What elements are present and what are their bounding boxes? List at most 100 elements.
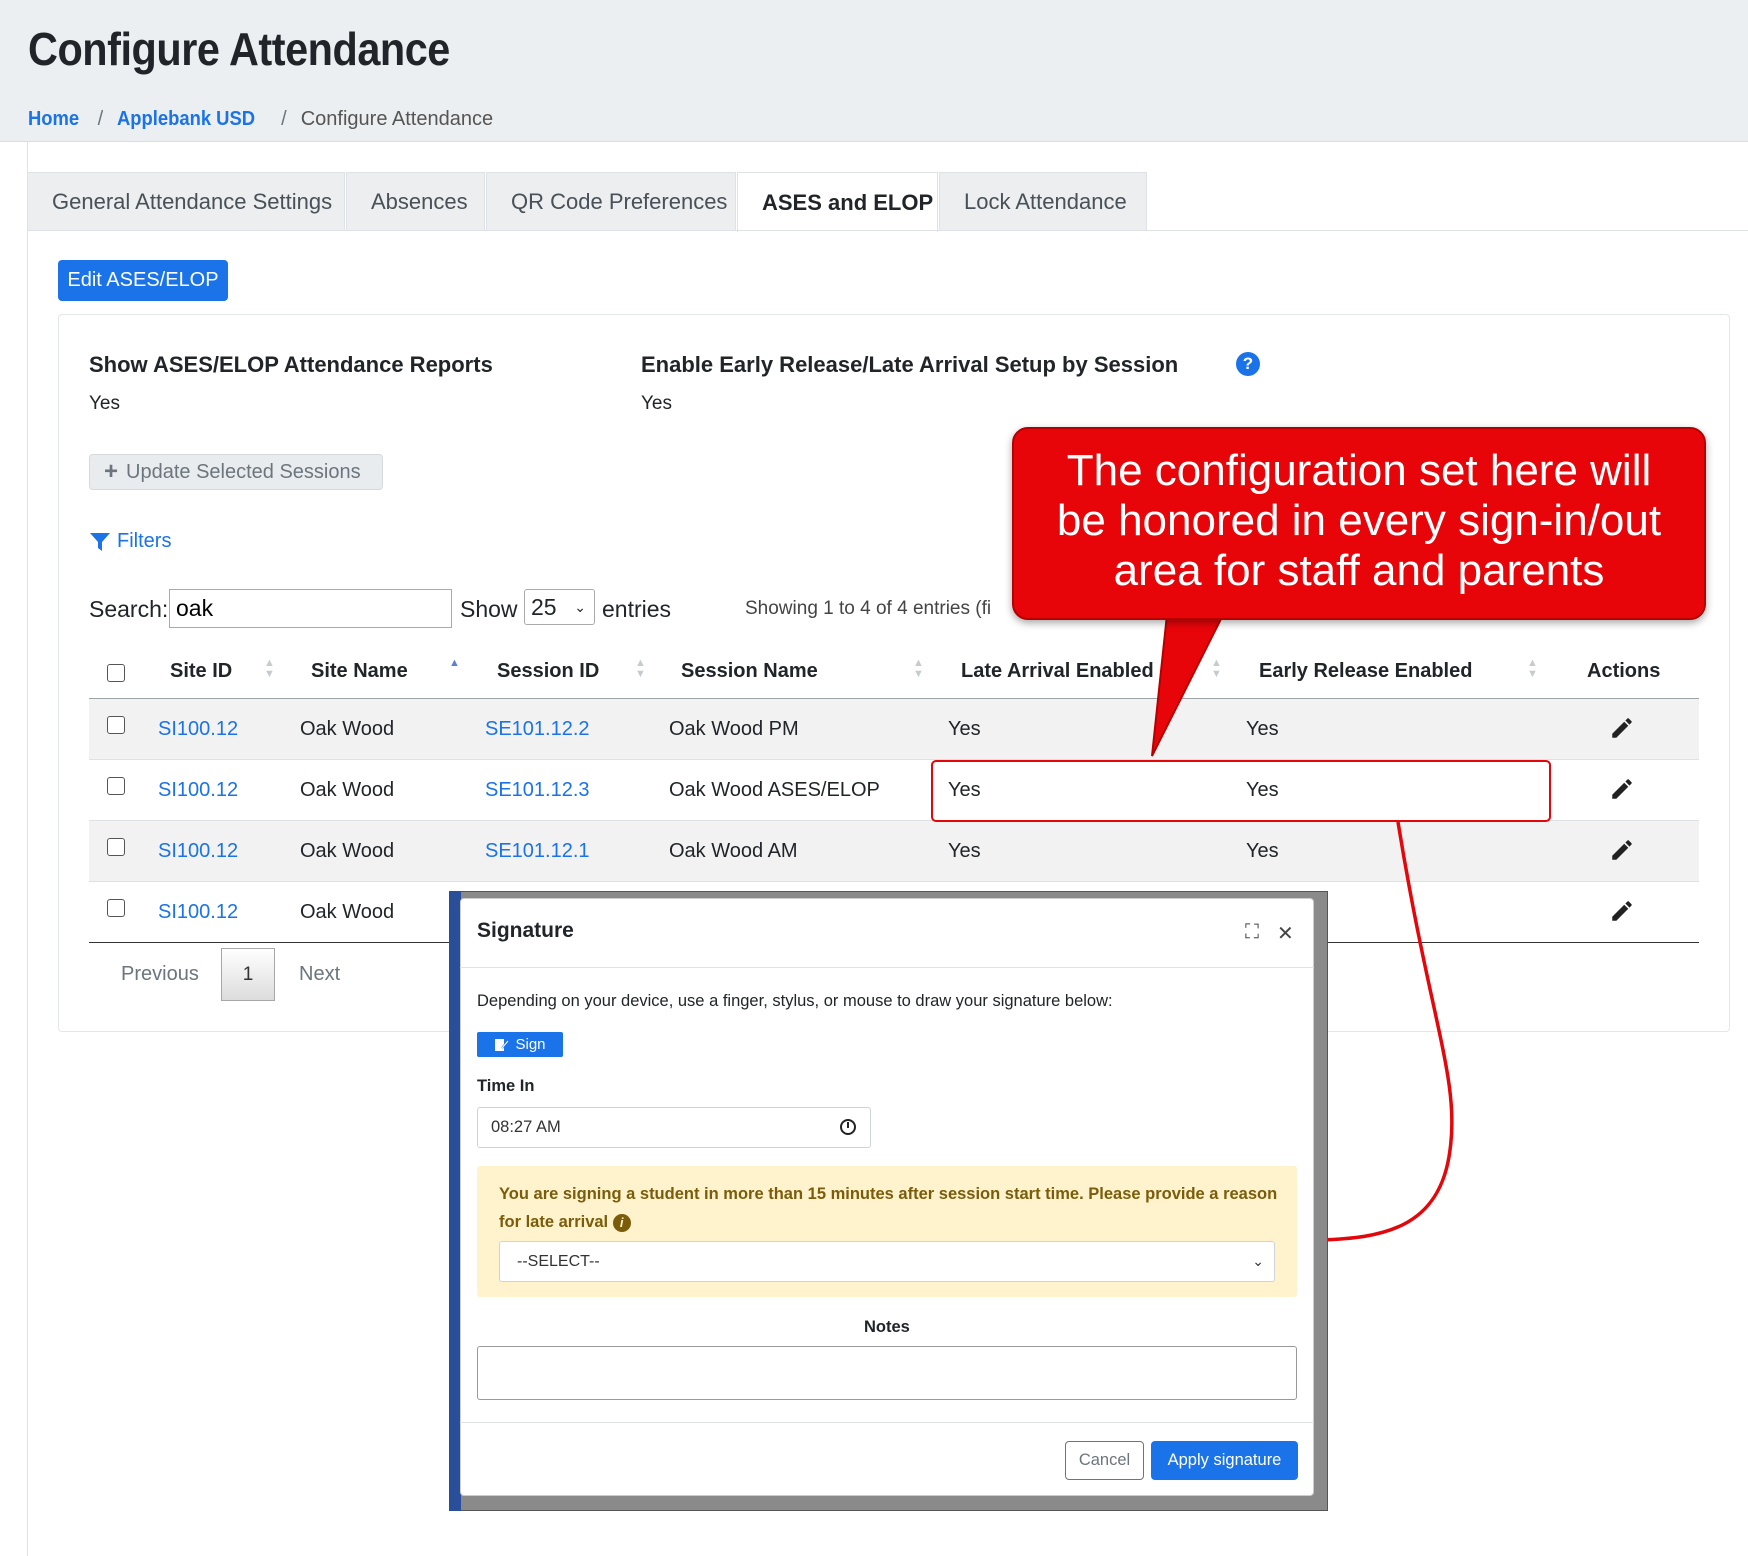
- pagination-previous[interactable]: Previous: [121, 948, 199, 1001]
- highlight-box: [931, 760, 1551, 822]
- early-release-setup-value: Yes: [641, 393, 672, 414]
- breadcrumb-separator: /: [281, 108, 287, 130]
- notes-label: Notes: [864, 1318, 910, 1336]
- sort-asc-icon[interactable]: ▲: [449, 658, 460, 669]
- update-selected-sessions-label: Update Selected Sessions: [126, 460, 361, 483]
- filters-toggle[interactable]: Filters: [89, 530, 171, 553]
- apply-signature-button[interactable]: Apply signature: [1151, 1441, 1298, 1480]
- row-checkbox[interactable]: [107, 716, 125, 734]
- tab-lock-attendance[interactable]: Lock Attendance: [939, 172, 1147, 231]
- col-late-arrival[interactable]: Late Arrival Enabled: [961, 660, 1154, 683]
- showing-info: Showing 1 to 4 of 4 entries (fi: [745, 598, 992, 619]
- pagination-next[interactable]: Next: [299, 948, 340, 1001]
- col-session-name[interactable]: Session Name: [681, 660, 818, 683]
- annotation-callout: The configuration set here will be honor…: [1012, 427, 1706, 620]
- signature-instructions: Depending on your device, use a finger, …: [477, 992, 1113, 1010]
- col-site-name[interactable]: Site Name: [311, 660, 408, 683]
- page-header: Configure Attendance Home / Applebank US…: [0, 0, 1748, 142]
- reason-select-value: --SELECT--: [517, 1252, 600, 1270]
- site-id-link[interactable]: SI100.12: [158, 901, 238, 924]
- breadcrumb-district[interactable]: Applebank USD: [117, 108, 255, 131]
- early-release-value: Yes: [1246, 840, 1279, 862]
- late-reason-select[interactable]: --SELECT-- ⌄: [499, 1241, 1275, 1282]
- page-length-select[interactable]: 25 ⌄: [524, 589, 595, 625]
- select-all-checkbox[interactable]: [107, 664, 125, 682]
- pagination-current-page[interactable]: 1: [221, 948, 275, 1001]
- cancel-button[interactable]: Cancel: [1065, 1441, 1144, 1480]
- session-id-link[interactable]: SE101.12.1: [485, 840, 590, 863]
- tab-qr-code-preferences[interactable]: QR Code Preferences: [486, 172, 736, 231]
- session-id-link[interactable]: SE101.12.2: [485, 718, 590, 741]
- pencil-icon[interactable]: [1609, 837, 1635, 863]
- notes-textarea[interactable]: [477, 1346, 1297, 1400]
- session-name: Oak Wood PM: [669, 718, 799, 740]
- site-id-link[interactable]: SI100.12: [158, 840, 238, 863]
- site-name: Oak Wood: [300, 901, 395, 923]
- time-in-value: 08:27 AM: [491, 1118, 561, 1136]
- time-in-label: Time In: [477, 1077, 535, 1095]
- pencil-icon[interactable]: [1609, 898, 1635, 924]
- warning-message: You are signing a student in more than 1…: [499, 1180, 1279, 1236]
- col-early-release[interactable]: Early Release Enabled: [1259, 660, 1472, 683]
- breadcrumb: Home / Applebank USD / Configure Attenda…: [28, 108, 493, 131]
- sort-icon[interactable]: ▲ ▼: [1211, 658, 1222, 680]
- col-session-id[interactable]: Session ID: [497, 660, 599, 683]
- close-icon[interactable]: ✕: [1277, 921, 1294, 946]
- callout-line: The configuration set here will: [1066, 446, 1652, 495]
- tab-divider: [27, 230, 1748, 231]
- filters-label: Filters: [117, 530, 172, 552]
- modal-header-divider: [460, 967, 1314, 968]
- search-label: Search:: [89, 596, 169, 622]
- col-actions: Actions: [1587, 660, 1661, 682]
- early-release-value: Yes: [1246, 718, 1279, 740]
- sign-button[interactable]: Sign: [477, 1032, 563, 1057]
- late-arrival-value: Yes: [948, 718, 981, 740]
- clock-icon[interactable]: [840, 1119, 856, 1135]
- breadcrumb-current: Configure Attendance: [300, 108, 494, 130]
- show-reports-value: Yes: [89, 393, 120, 414]
- site-name: Oak Wood: [300, 718, 395, 740]
- callout-line: area for staff and parents: [1113, 546, 1605, 595]
- pencil-icon[interactable]: [1609, 715, 1635, 741]
- modal-controls: ⛶ ✕: [1245, 921, 1294, 946]
- help-icon[interactable]: ?: [1236, 352, 1260, 376]
- tab-bar: General Attendance Settings Absences QR …: [27, 172, 1148, 232]
- site-id-link[interactable]: SI100.12: [158, 718, 238, 741]
- update-selected-sessions-button[interactable]: + Update Selected Sessions: [89, 454, 383, 490]
- row-checkbox[interactable]: [107, 777, 125, 795]
- sort-icon[interactable]: ▲ ▼: [913, 658, 924, 680]
- site-name: Oak Wood: [300, 779, 395, 801]
- tab-ases-and-elop[interactable]: ASES and ELOP: [737, 172, 938, 232]
- breadcrumb-home[interactable]: Home: [28, 108, 79, 131]
- page-title: Configure Attendance: [28, 23, 450, 75]
- table-header: Site ID ▲ ▼ Site Name ▲ Session ID ▲ ▼ Ses…: [89, 648, 1699, 700]
- col-site-id[interactable]: Site ID: [170, 660, 232, 683]
- search-input[interactable]: [169, 589, 452, 628]
- show-reports-label: Show ASES/ELOP Attendance Reports: [89, 352, 493, 377]
- filter-icon: [90, 532, 110, 551]
- sort-icon[interactable]: ▲ ▼: [1527, 658, 1538, 680]
- sort-icon[interactable]: ▲ ▼: [635, 658, 646, 680]
- session-name: Oak Wood AM: [669, 840, 798, 862]
- tab-general-attendance-settings[interactable]: General Attendance Settings: [27, 172, 345, 231]
- row-checkbox[interactable]: [107, 899, 125, 917]
- session-name: Oak Wood ASES/ELOP: [669, 779, 880, 801]
- expand-icon[interactable]: ⛶: [1245, 921, 1259, 946]
- sign-label: Sign: [515, 1036, 546, 1053]
- pencil-icon[interactable]: [1609, 776, 1635, 802]
- late-arrival-value: Yes: [948, 840, 981, 862]
- edit-ases-elop-button[interactable]: Edit ASES/ELOP: [58, 260, 228, 301]
- sort-icon[interactable]: ▲ ▼: [264, 658, 275, 680]
- signature-icon: [495, 1038, 510, 1051]
- session-id-link[interactable]: SE101.12.3: [485, 779, 590, 802]
- time-in-input[interactable]: 08:27 AM: [477, 1107, 871, 1148]
- show-label: Show: [460, 596, 518, 622]
- info-icon[interactable]: i: [612, 1213, 631, 1232]
- tab-absences[interactable]: Absences: [346, 172, 485, 231]
- site-id-link[interactable]: SI100.12: [158, 779, 238, 802]
- chevron-down-icon: ⌄: [1252, 1253, 1264, 1269]
- callout-line: be honored in every sign-in/out: [1056, 496, 1662, 545]
- breadcrumb-separator: /: [97, 108, 104, 130]
- early-release-setup-label: Enable Early Release/Late Arrival Setup …: [641, 352, 1179, 377]
- row-checkbox[interactable]: [107, 838, 125, 856]
